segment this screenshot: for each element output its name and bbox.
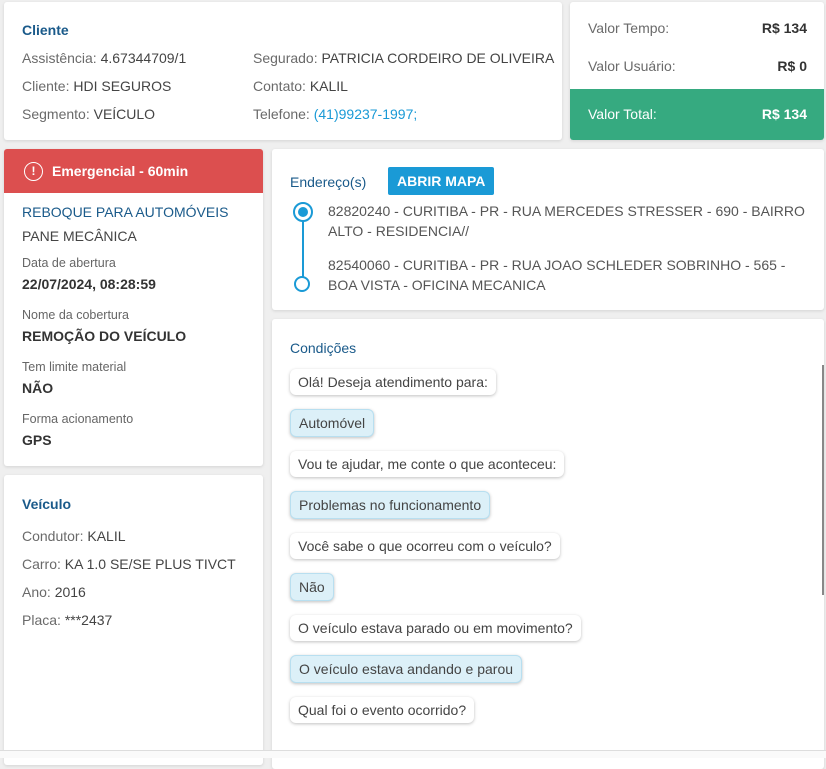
valor-total: R$ 134	[761, 106, 807, 122]
enderecos-title: Endereço(s)	[290, 174, 367, 190]
answer-bubble: Não	[290, 573, 334, 601]
question-bubble: Qual foi o evento ocorrido?	[290, 697, 475, 723]
bottom-bar	[0, 750, 826, 758]
enderecos-card: Endereço(s) ABRIR MAPA 82820240 - CURITI…	[272, 149, 824, 310]
veiculo-title: Veículo	[22, 496, 72, 512]
question-bubble: Vou te ajudar, me conte o que aconteceu:	[290, 451, 565, 477]
label: Ano:	[22, 584, 51, 600]
value: KA 1.0 SE/SE PLUS TIVCT	[64, 556, 236, 572]
label: Contato:	[253, 78, 306, 94]
placa-field: Placa: ***2437	[22, 612, 112, 628]
address-item: 82820240 - CURITIBA - PR - RUA MERCEDES …	[328, 203, 805, 239]
conversation-list: Olá! Deseja atendimento para: Automóvel Vo…	[290, 369, 581, 737]
valores-card: Valor Tempo: R$ 134 Valor Usuário: R$ 0 …	[570, 2, 824, 140]
emergencial-label: Emergencial - 60min	[52, 163, 189, 179]
label: Segurado:	[253, 50, 318, 66]
label: Assistência:	[22, 50, 97, 66]
value: KALIL	[309, 78, 348, 94]
abrir-mapa-button[interactable]: ABRIR MAPA	[388, 167, 495, 195]
cliente-field: Cliente: HDI SEGUROS	[22, 78, 171, 94]
segmento-field: Segmento: VEÍCULO	[22, 106, 155, 122]
field-value: GPS	[22, 432, 52, 448]
alert-info-icon: !	[24, 161, 43, 181]
label: Cliente:	[22, 78, 70, 94]
condicoes-card: Condições Olá! Deseja atendimento para: A…	[272, 319, 824, 769]
contato-field: Contato: KALIL	[253, 78, 348, 94]
carro-field: Carro: KA 1.0 SE/SE PLUS TIVCT	[22, 556, 236, 572]
valor-tempo: R$ 134	[761, 20, 807, 36]
value: 2016	[54, 584, 86, 600]
telefone-field: Telefone: (41)99237-1997;	[253, 106, 417, 122]
field-label: Data de abertura	[22, 256, 116, 270]
origin-marker-icon	[293, 202, 313, 222]
answer-bubble: Automóvel	[290, 409, 375, 437]
question-bubble: Você sabe o que ocorreu com o veículo?	[290, 533, 560, 559]
condicoes-title: Condições	[290, 340, 357, 356]
field-label: Forma acionamento	[22, 412, 134, 426]
label: Placa:	[22, 612, 61, 628]
value: PATRICIA CORDEIRO DE OLIVEIRA	[321, 50, 555, 66]
valor-total-bar: Valor Total: R$ 134	[570, 89, 824, 140]
ano-field: Ano: 2016	[22, 584, 86, 600]
field-value: 22/07/2024, 08:28:59	[22, 276, 156, 292]
field-value: NÃO	[22, 380, 54, 396]
value: KALIL	[87, 528, 126, 544]
servico-motivo: PANE MECÂNICA	[22, 228, 137, 244]
field-label: Nome da cobertura	[22, 308, 130, 322]
servico-card: ! Emergencial - 60min REBOQUE PARA AUTOM…	[4, 149, 263, 466]
value: HDI SEGUROS	[73, 78, 172, 94]
address-item: 82540060 - CURITIBA - PR - RUA JOAO SCHL…	[328, 257, 786, 293]
label: Condutor:	[22, 528, 84, 544]
question-bubble: Olá! Deseja atendimento para:	[290, 369, 496, 395]
value: VEÍCULO	[93, 106, 156, 122]
valor-usuario-label: Valor Usuário:	[588, 58, 676, 74]
assistencia-field: Assistência: 4.67344709/1	[22, 50, 186, 66]
servico-tipo: REBOQUE PARA AUTOMÓVEIS	[22, 204, 229, 220]
question-bubble: O veículo estava parado ou em movimento?	[290, 615, 581, 641]
valor-total-label: Valor Total:	[588, 106, 657, 122]
cliente-title: Cliente	[22, 22, 69, 38]
value: 4.67344709/1	[100, 50, 187, 66]
cliente-card: Cliente Assistência: 4.67344709/1 Client…	[4, 2, 562, 140]
answer-bubble: O veículo estava andando e parou	[290, 655, 523, 683]
label: Carro:	[22, 556, 61, 572]
valor-usuario: R$ 0	[777, 58, 807, 74]
field-value: REMOÇÃO DO VEÍCULO	[22, 328, 187, 344]
route-line	[302, 217, 304, 283]
label: Segmento:	[22, 106, 90, 122]
valor-tempo-label: Valor Tempo:	[588, 20, 670, 36]
veiculo-card: Veículo Condutor: KALIL Carro: KA 1.0 SE…	[4, 475, 263, 765]
segurado-field: Segurado: PATRICIA CORDEIRO DE OLIVEIRA	[253, 50, 554, 66]
value: ***2437	[64, 612, 113, 628]
destination-marker-icon	[294, 276, 310, 292]
label: Telefone:	[253, 106, 310, 122]
field-label: Tem limite material	[22, 360, 127, 374]
answer-bubble: Problemas no funcionamento	[290, 491, 491, 519]
telefone-link[interactable]: (41)99237-1997;	[314, 106, 418, 122]
scrollbar[interactable]	[822, 365, 824, 595]
condutor-field: Condutor: KALIL	[22, 528, 126, 544]
emergencial-badge: ! Emergencial - 60min	[4, 149, 263, 193]
